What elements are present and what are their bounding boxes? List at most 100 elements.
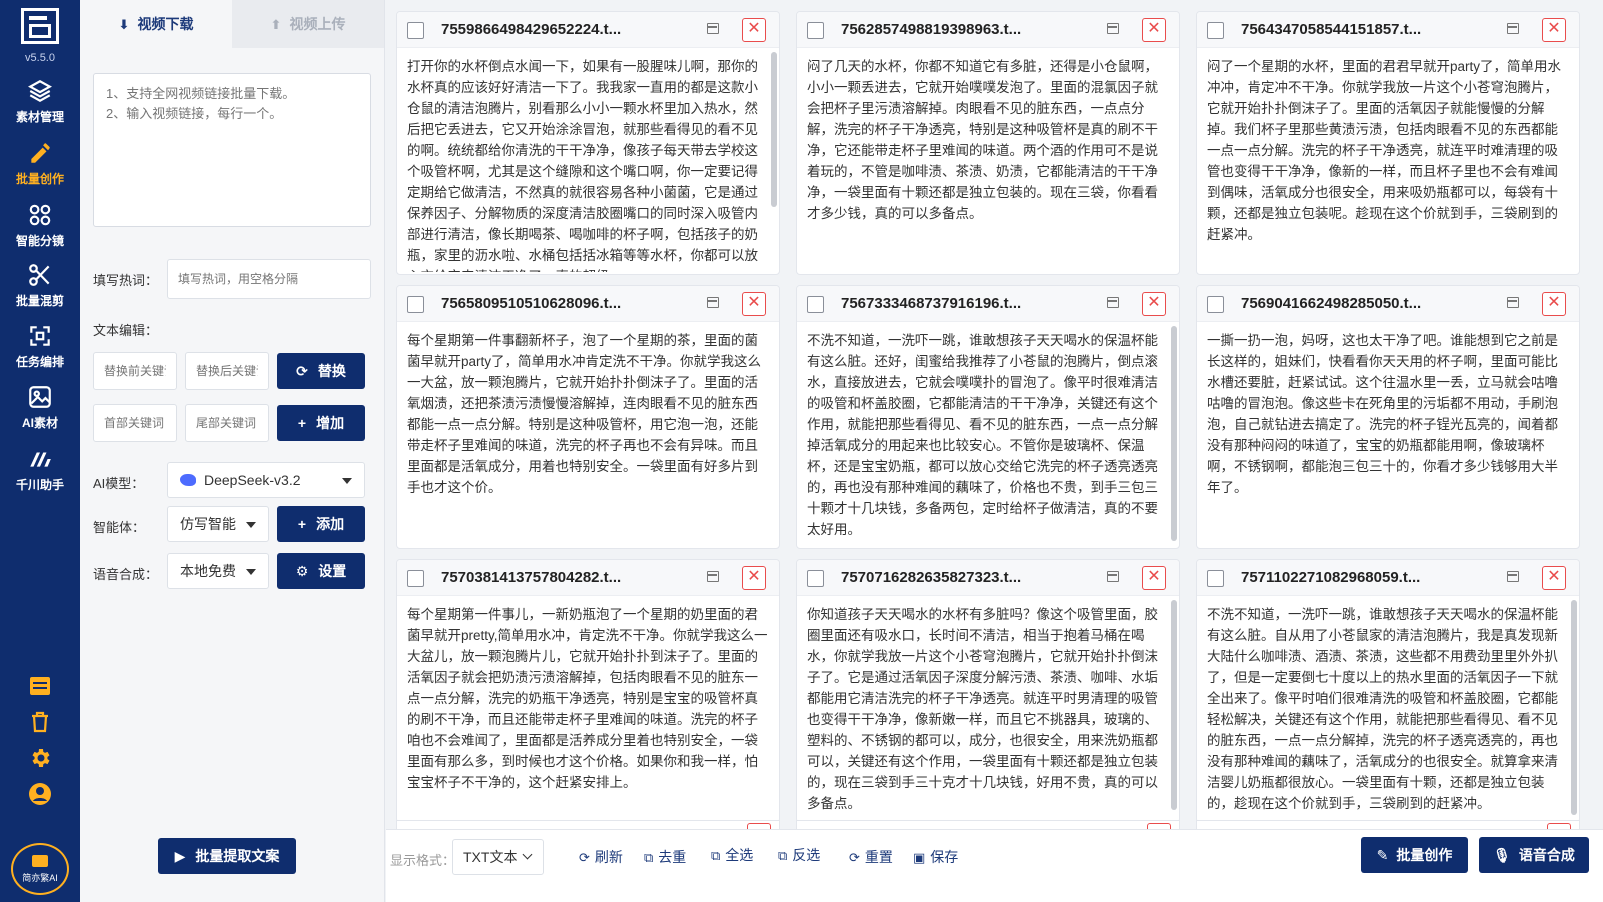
window-icon[interactable] [707, 297, 719, 308]
plus-icon: + [297, 516, 307, 532]
card-checkbox[interactable] [1207, 570, 1224, 587]
nav-item-batch-mix[interactable]: 批量混剪 [0, 262, 80, 320]
left-nav-rail: v5.5.0 素材管理 批量创作 智能分镜 批量混剪 任务编排 AI素材 千川助… [0, 0, 80, 902]
refresh-button[interactable]: ⟳ 刷新 [579, 847, 623, 867]
card-title: 7567333468737916196.t... [841, 295, 1022, 312]
card-text[interactable]: 每个星期第一件事翻新杯子，泡了一个星期的茶，里面的菌菌早就开party了，简单用… [407, 330, 771, 546]
nav-item-qianchuan[interactable]: 千川助手 [0, 446, 80, 504]
magic-wand-icon: ✎ [1376, 847, 1389, 863]
list-icon[interactable] [28, 674, 52, 698]
nav-label: 素材管理 [15, 110, 64, 124]
window-icon[interactable] [1507, 297, 1519, 308]
nav-label: 批量混剪 [15, 294, 64, 308]
window-icon[interactable] [1107, 571, 1119, 582]
card-text[interactable]: 不洗不知道，一洗吓一跳，谁敢想孩子天天喝水的保温杯能有这么脏。还好，闺蜜给我推荐… [807, 330, 1171, 546]
nav-item-batch-create[interactable]: 批量创作 [0, 140, 80, 198]
card-scrollbar[interactable] [1571, 600, 1577, 815]
reset-icon: ⟳ [849, 850, 860, 865]
window-icon[interactable] [707, 23, 719, 34]
nav-item-material[interactable]: 素材管理 [0, 78, 80, 136]
window-icon[interactable] [1107, 297, 1119, 308]
card-checkbox[interactable] [1207, 22, 1224, 39]
replace-after-input[interactable] [185, 352, 269, 390]
brand-badge[interactable]: 简亦繁AI [11, 843, 69, 895]
close-icon[interactable]: ✕ [742, 292, 766, 316]
save-button[interactable]: ▣ 保存 [913, 847, 958, 867]
add-keyword-button[interactable]: + 增加 [277, 405, 365, 441]
text-edit-label: 文本编辑： [93, 323, 159, 338]
card-checkbox[interactable] [807, 22, 824, 39]
window-icon[interactable] [1507, 571, 1519, 582]
close-icon[interactable]: ✕ [742, 566, 766, 590]
card-checkbox[interactable] [407, 570, 424, 587]
bottom-toolbar: 显示格式： TXT文本 ⟳ 刷新 ⧉ 去重 ⧉ 全选 ⧉ 反选 ⟳ 重置 ▣ 保存 ✎ 批量创… [386, 829, 1603, 902]
nav-item-ai-material[interactable]: AI素材 [0, 384, 80, 442]
gear-icon[interactable] [28, 746, 52, 770]
tts-select[interactable]: 本地免费 [167, 553, 269, 589]
select-all-icon: ⧉ [711, 848, 721, 863]
hotwords-label: 填写热词： [93, 273, 159, 288]
tab-video-upload[interactable]: ⬆ 视频上传 [232, 0, 384, 48]
invert-selection-button[interactable]: ⧉ 反选 [778, 845, 820, 865]
card-checkbox[interactable] [807, 296, 824, 313]
card-text[interactable]: 一撕一扔一泡，妈呀，这也太干净了吧。谁能想到它之前是长这样的，姐妹们，快看看你天… [1207, 330, 1571, 546]
script-card: 7559866498429652224.t... ✕ 打开你的水杯倒点水闻一下，… [396, 11, 780, 275]
format-select[interactable]: TXT文本 [452, 839, 544, 875]
card-header: 7569041662498285050.t... ✕ [1197, 286, 1579, 322]
close-icon[interactable]: ✕ [1142, 18, 1166, 42]
card-peek [396, 820, 780, 830]
trash-icon[interactable] [28, 710, 52, 734]
card-checkbox[interactable] [1207, 296, 1224, 313]
card-scrollbar[interactable] [1171, 326, 1177, 541]
nav-label: 批量创作 [15, 172, 64, 186]
refresh-icon: ⟳ [579, 850, 590, 865]
batch-extract-button[interactable]: ▶ 批量提取文案 [158, 838, 296, 874]
card-checkbox[interactable] [407, 296, 424, 313]
close-icon[interactable]: ✕ [1542, 566, 1566, 590]
replace-before-input[interactable] [93, 352, 177, 390]
card-checkbox[interactable] [807, 570, 824, 587]
agent-select[interactable]: 仿写智能 [167, 506, 269, 542]
hotwords-input[interactable] [167, 259, 371, 299]
card-text[interactable]: 闷了几天的水杯，你都不知道它有多脏，还得是小仓鼠啊，小小一颗丢进去，它就开始噗噗… [807, 56, 1171, 272]
replace-button[interactable]: ⟳ 替换 [277, 353, 365, 389]
user-icon[interactable] [28, 782, 52, 806]
nav-item-storyboard[interactable]: 智能分镜 [0, 202, 80, 260]
card-header: 7562857498819398963.t... ✕ [797, 12, 1179, 48]
reset-button[interactable]: ⟳ 重置 [849, 847, 893, 867]
head-keyword-input[interactable] [93, 404, 177, 442]
nav-item-task-arrange[interactable]: 任务编排 [0, 323, 80, 381]
video-url-input[interactable] [93, 73, 371, 227]
script-card: 7565809510510628096.t... ✕ 每个星期第一件事翻新杯子，… [396, 285, 780, 549]
batch-create-button[interactable]: ✎ 批量创作 [1361, 837, 1468, 873]
arrange-icon [30, 326, 50, 346]
window-icon[interactable] [1507, 23, 1519, 34]
tail-keyword-input[interactable] [185, 404, 269, 442]
select-all-button[interactable]: ⧉ 全选 [711, 845, 753, 865]
script-card: 7567333468737916196.t... ✕ 不洗不知道，一洗吓一跳，谁… [796, 285, 1180, 549]
close-icon[interactable]: ✕ [1142, 292, 1166, 316]
card-scrollbar[interactable] [771, 52, 777, 207]
tts-button[interactable]: 🎙 语音合成 [1479, 837, 1589, 873]
tab-video-download[interactable]: ⬇ 视频下载 [80, 0, 232, 48]
card-title: 7559866498429652224.t... [441, 21, 622, 38]
layers-icon [28, 80, 52, 102]
close-icon[interactable]: ✕ [1542, 18, 1566, 42]
card-scrollbar[interactable] [1171, 600, 1177, 810]
close-icon[interactable]: ✕ [1542, 292, 1566, 316]
tts-settings-button[interactable]: ⚙ 设置 [277, 553, 365, 589]
close-icon[interactable]: ✕ [742, 18, 766, 42]
close-icon[interactable]: ✕ [1142, 566, 1166, 590]
card-text[interactable]: 不洗不知道，一洗吓一跳，谁敢想孩子天天喝水的保温杯能有这么脏。自从用了小苍鼠家的… [1207, 604, 1571, 820]
window-icon[interactable] [1107, 23, 1119, 34]
window-icon[interactable] [707, 571, 719, 582]
card-text[interactable]: 打开你的水杯倒点水闻一下，如果有一股腥味儿啊，那你的水杯真的应该好好清洁一下了。… [407, 56, 771, 272]
card-text[interactable]: 你知道孩子天天喝水的水杯有多脏吗？像这个吸管里面，胶圈里面还有吸水口，长时间不清… [807, 604, 1171, 820]
dedupe-button[interactable]: ⧉ 去重 [644, 847, 686, 867]
card-checkbox[interactable] [407, 22, 424, 39]
ai-model-select[interactable]: DeepSeek-v3.2 [167, 462, 365, 498]
agent-add-button[interactable]: + 添加 [277, 506, 365, 542]
card-text[interactable]: 每个星期第一件事儿，一新奶瓶泡了一个星期的奶里面的君菌早就开pretty,简单用… [407, 604, 771, 820]
script-card: 7569041662498285050.t... ✕ 一撕一扔一泡，妈呀，这也太… [1196, 285, 1580, 549]
card-text[interactable]: 闷了一个星期的水杯，里面的君君早就开party了，简单用水冲冲，肯定冲不干净。你… [1207, 56, 1571, 272]
